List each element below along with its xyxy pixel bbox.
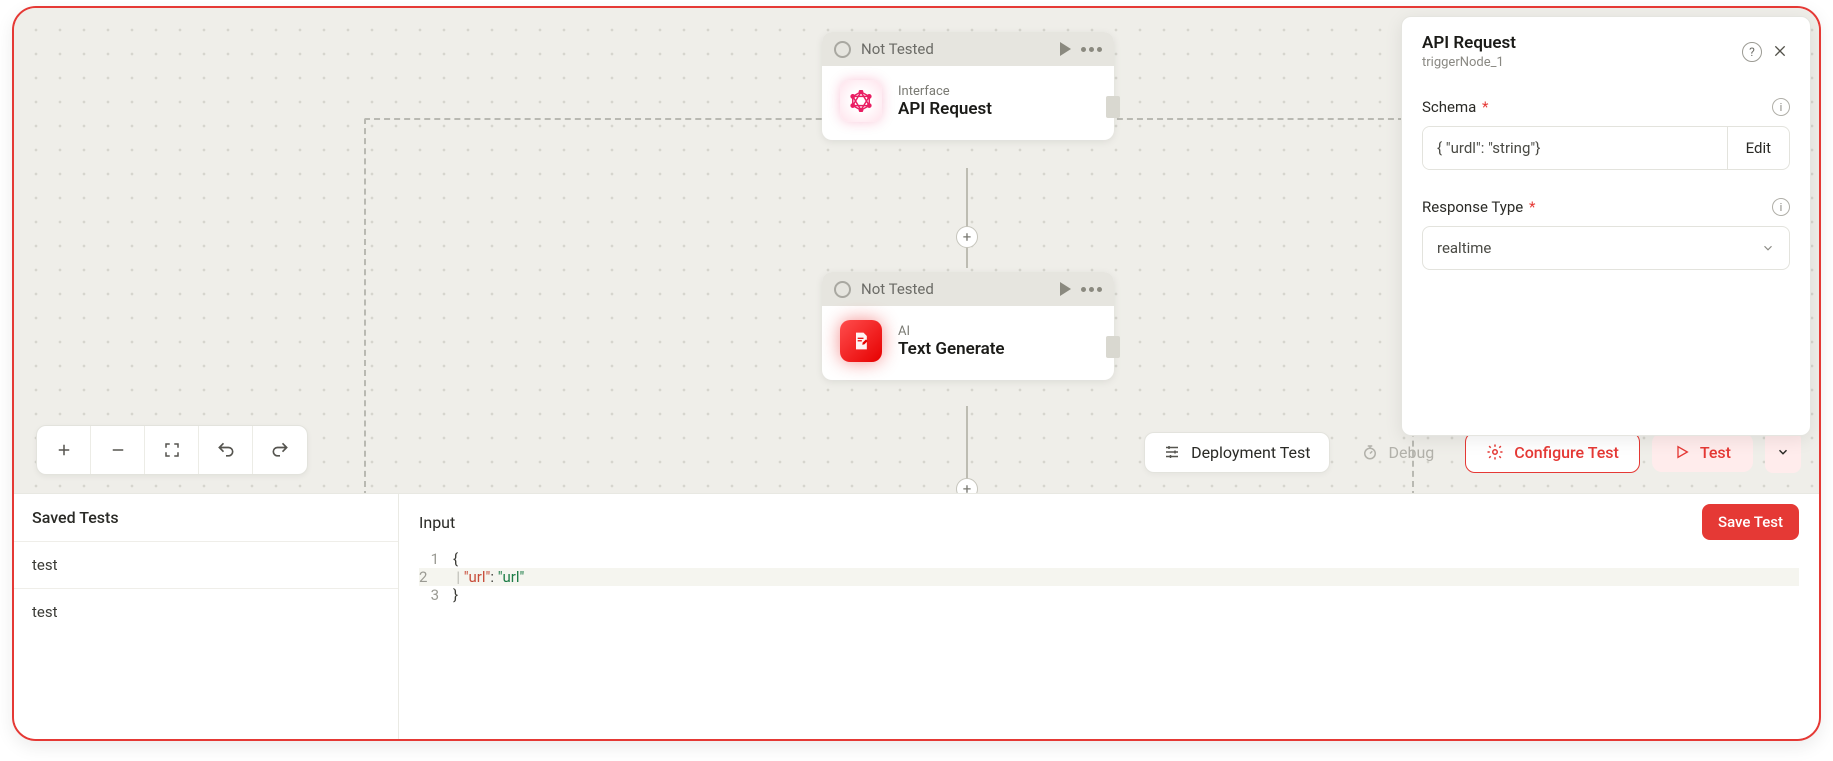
schema-label: Schema * i [1422, 98, 1790, 116]
document-edit-icon [840, 320, 882, 362]
node-api-request[interactable]: Not Tested Interface API [822, 32, 1114, 140]
redo-button[interactable] [253, 426, 307, 474]
sliders-icon [1163, 443, 1181, 461]
saved-test-item[interactable]: test [14, 541, 398, 588]
gear-icon [1486, 443, 1504, 461]
play-icon[interactable] [1060, 282, 1071, 296]
node-output-port[interactable] [1106, 336, 1120, 358]
connector-add-icon[interactable]: + [956, 226, 978, 248]
status-circle-icon [834, 281, 851, 298]
response-type-select[interactable]: realtime [1422, 226, 1790, 270]
more-icon[interactable] [1081, 287, 1102, 292]
play-icon [1674, 444, 1690, 460]
bottom-panel: Saved Tests test test Input Save Test 1{… [14, 493, 1819, 739]
fullscreen-button[interactable] [145, 426, 199, 474]
json-editor[interactable]: 1{ 2 | "url": "url" 3} [399, 550, 1819, 624]
chevron-down-icon [1761, 241, 1775, 255]
input-editor-panel: Input Save Test 1{ 2 | "url": "url" 3} [399, 494, 1819, 739]
graphql-icon [840, 80, 882, 122]
node-title: Text Generate [898, 339, 1005, 359]
saved-tests-panel: Saved Tests test test [14, 494, 399, 739]
node-properties-panel: API Request triggerNode_1 ? Schema * i E… [1401, 16, 1811, 436]
node-category: Interface [898, 84, 992, 99]
stopwatch-icon [1361, 443, 1379, 461]
debug-button[interactable]: Debug [1342, 432, 1454, 473]
input-label: Input [419, 513, 455, 532]
node-category: AI [898, 324, 1005, 339]
save-test-button[interactable]: Save Test [1702, 504, 1799, 540]
close-icon[interactable] [1772, 43, 1790, 61]
info-icon[interactable]: i [1772, 98, 1790, 116]
connector-line [966, 168, 968, 268]
node-title: API Request [898, 99, 992, 119]
edit-schema-button[interactable]: Edit [1727, 127, 1789, 169]
node-text-generate[interactable]: Not Tested AI Text Generate [822, 272, 1114, 380]
help-icon[interactable]: ? [1742, 42, 1762, 62]
saved-test-item[interactable]: test [14, 588, 398, 635]
saved-tests-header: Saved Tests [14, 494, 398, 541]
node-status: Not Tested [861, 280, 934, 298]
panel-title: API Request [1422, 33, 1732, 53]
zoom-out-button[interactable] [91, 426, 145, 474]
schema-input[interactable] [1423, 127, 1727, 169]
test-dropdown-button[interactable] [1765, 431, 1801, 473]
deployment-test-button[interactable]: Deployment Test [1144, 432, 1329, 473]
more-icon[interactable] [1081, 47, 1102, 52]
info-icon[interactable]: i [1772, 198, 1790, 216]
node-status: Not Tested [861, 40, 934, 58]
play-icon[interactable] [1060, 42, 1071, 56]
canvas-toolbar [36, 425, 308, 475]
configure-test-button[interactable]: Configure Test [1465, 432, 1640, 473]
node-output-port[interactable] [1106, 96, 1120, 118]
status-circle-icon [834, 41, 851, 58]
chevron-down-icon [1776, 445, 1790, 459]
undo-button[interactable] [199, 426, 253, 474]
zoom-in-button[interactable] [37, 426, 91, 474]
test-button[interactable]: Test [1652, 433, 1753, 472]
panel-subtitle: triggerNode_1 [1422, 55, 1732, 70]
response-type-label: Response Type * i [1422, 198, 1790, 216]
